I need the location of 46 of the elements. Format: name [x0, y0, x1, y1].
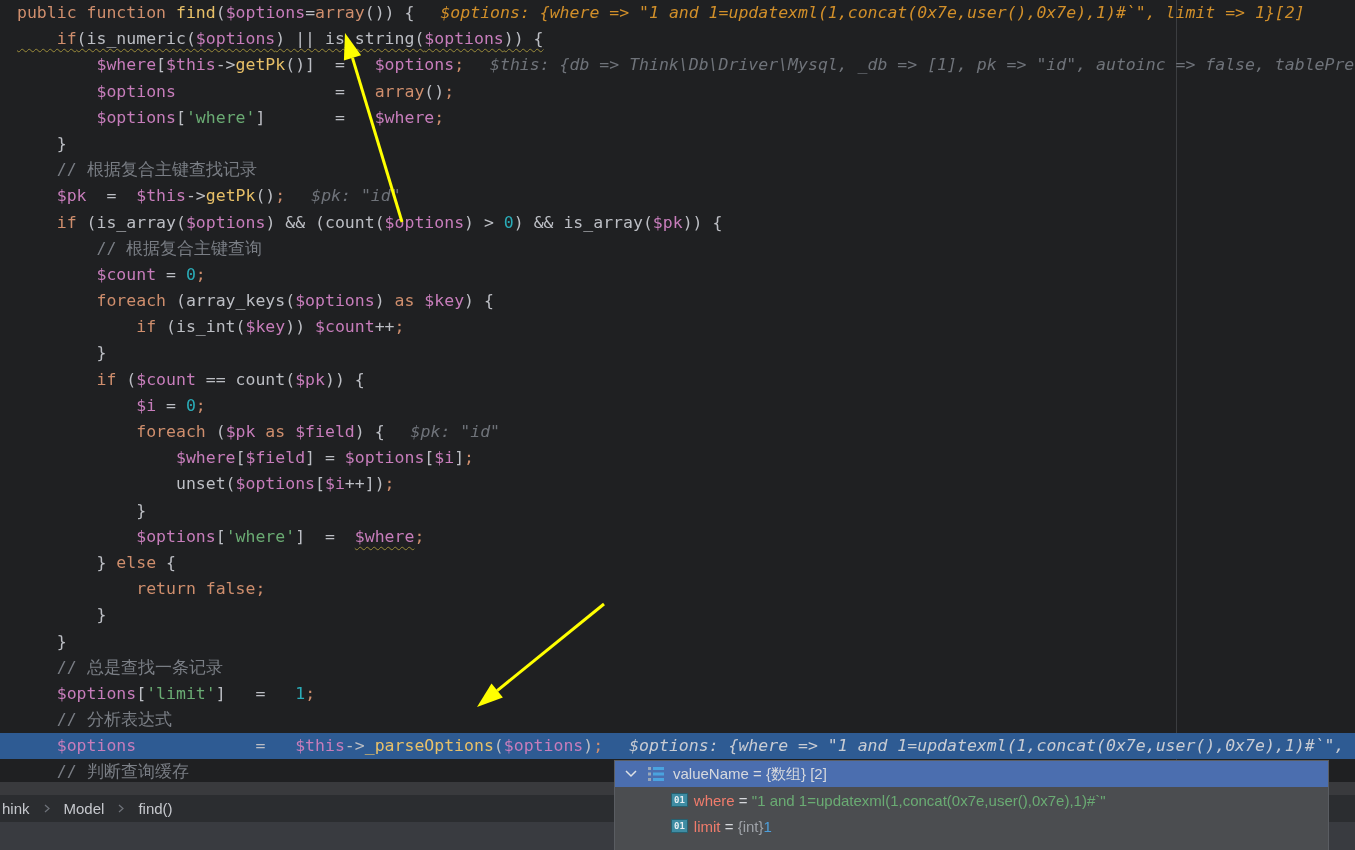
chevron-right-icon [118, 804, 125, 813]
code-line: $options = array(); [95, 80, 455, 103]
tree-node-label[interactable]: limit = {int}1 [693, 817, 772, 835]
tree-node-header[interactable]: valueName = {数组} [2] [615, 761, 1328, 787]
code-line: // 总是查找一条记录 [55, 656, 223, 679]
code-line: } [55, 132, 67, 155]
code-line: if ($count == count($pk)) { [95, 368, 365, 391]
code-line: // 分析表达式 [55, 709, 172, 732]
code-line: } else { [95, 551, 176, 574]
field-type-icon: 01 [671, 793, 688, 807]
code-line: } [135, 499, 147, 522]
code-line: $i = 0; [135, 394, 206, 417]
code-line: foreach (array_keys($options) as $key) { [95, 290, 494, 313]
code-line: } [95, 604, 107, 627]
inline-debug-value: $options: {where => "1 and 1=updatexml(1,concat(0x7e,user(),0x7e),1)#`", [629, 735, 1345, 758]
code-line: // 根据复合主键查找记录 [55, 159, 257, 182]
code-line: $options['limit'] = 1; [55, 682, 316, 705]
code-line: foreach ($pk as $field) { [135, 421, 385, 443]
code-line: $options = $this->_parseOptions($options); [55, 735, 604, 758]
code-line: // 根据复合主键查询 [95, 237, 263, 260]
breadcrumb-item[interactable]: hink [2, 800, 30, 817]
code-line: unset($options[$i++]); [174, 473, 395, 496]
breadcrumb-item[interactable]: Model [63, 800, 105, 817]
field-type-icon: 01 [671, 819, 688, 833]
code-line: $pk = $this->getPk(); [55, 185, 286, 208]
code-line: $options['where'] = $where; [135, 525, 425, 548]
code-line: public function find($options=array()) { [17, 2, 415, 24]
code-line: } [95, 342, 107, 365]
inline-debug-value: $pk: "id" [410, 421, 500, 443]
node-label: valueName = {数组} [2] [673, 764, 827, 784]
inline-debug-value: $this: {db => Think\Db\Driver\Mysql, _db => [1], pk => "id", autoinc => false, tablePre [490, 54, 1355, 77]
code-line: return false; [135, 578, 266, 601]
code-line: $where[$field] = $options[$i]; [174, 447, 474, 470]
numbered-list-icon [647, 765, 665, 783]
breadcrumb-item[interactable]: find() [138, 800, 173, 817]
code-line: if (is_array($options) && (count($options) > 0) && is_array($pk)) { [55, 211, 723, 234]
chevron-right-icon [43, 804, 50, 813]
tree-node-label[interactable]: where = "1 and 1=updatexml(1,concat(0x7e,user(),0x7e),1)#`" [693, 791, 1106, 809]
code-line: } [55, 630, 67, 653]
code-line: // 判断查询缓存 [55, 761, 189, 782]
chevron-down-icon [625, 770, 637, 778]
inline-debug-value: $options: {where => "1 and 1=updatexml(1,concat(0x7e,user(),0x7e),1)#`", limit => 1}[2] [440, 2, 1305, 24]
code-line: $count = 0; [95, 263, 206, 286]
code-line: if (is_int($key)) $count++; [135, 316, 405, 339]
code-line: $where[$this->getPk()] = $options; [95, 54, 465, 77]
code-line: $options['where'] = $where; [95, 106, 445, 129]
